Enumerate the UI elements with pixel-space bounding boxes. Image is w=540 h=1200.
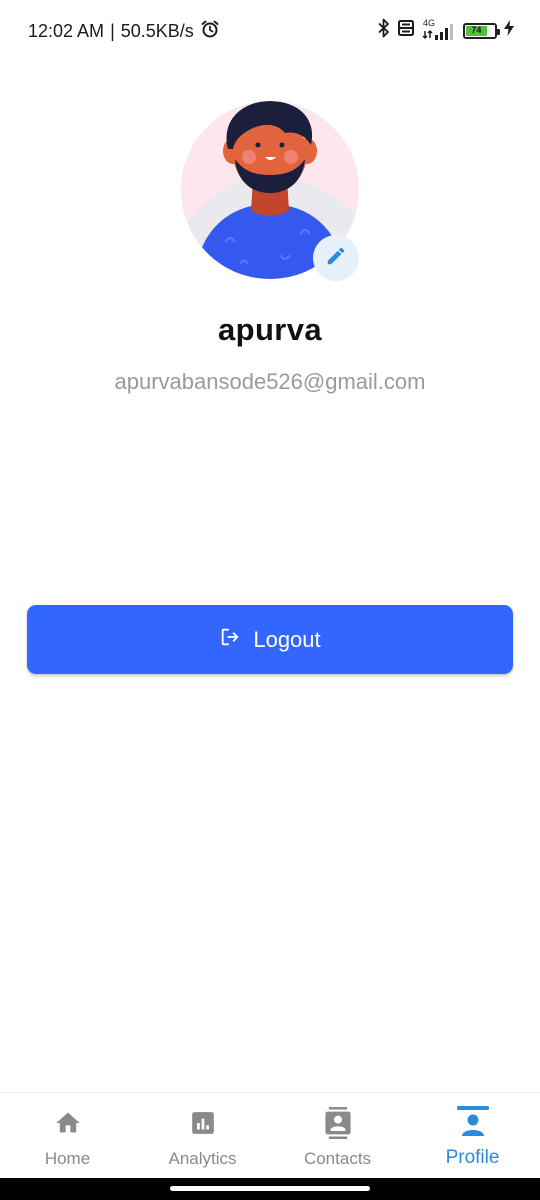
status-time: 12:02 AM [28,21,105,41]
nav-label-profile: Profile [445,1147,500,1168]
bluetooth-icon [378,18,390,43]
nav-item-home[interactable]: Home [0,1093,135,1178]
alarm-clock-icon [200,19,220,44]
nav-label-home: Home [44,1149,91,1168]
status-bar: 12:02 AM | 50.5KB/s 4G 74 [0,0,540,60]
profile-avatar-container [181,101,359,281]
logout-icon [219,626,241,654]
pencil-icon [325,245,347,272]
battery-indicator: 74 [463,22,500,39]
analytics-icon [190,1107,216,1139]
lightning-icon [504,20,514,41]
home-icon [54,1107,82,1139]
nav-label-contacts: Contacts [303,1149,372,1168]
nav-item-profile[interactable]: Profile [405,1093,540,1178]
status-left: 12:02 AM | 50.5KB/s [28,19,220,44]
profile-icon [456,1106,490,1139]
logout-label: Logout [253,626,321,652]
status-right: 4G 74 [378,18,514,43]
nav-item-analytics[interactable]: Analytics [135,1093,270,1178]
bottom-navigation: Home Analytics Contacts Profile [0,1092,540,1178]
system-navigation-bar [0,1178,540,1200]
signal-bars-icon: 4G [422,18,456,41]
profile-email: apurvabansode526@gmail.com [114,369,426,394]
status-separator: | [110,21,115,41]
nav-label-analytics: Analytics [168,1149,237,1168]
nav-item-contacts[interactable]: Contacts [270,1093,405,1178]
edit-avatar-button[interactable] [313,235,359,281]
contacts-icon [324,1107,352,1139]
profile-name: apurva [217,312,323,347]
logout-button[interactable]: Logout [27,605,513,674]
battery-level: 74 [466,25,487,36]
volte-icon [397,19,415,42]
home-gesture-bar[interactable] [170,1186,370,1191]
network-speed: 50.5KB/s [120,21,194,41]
